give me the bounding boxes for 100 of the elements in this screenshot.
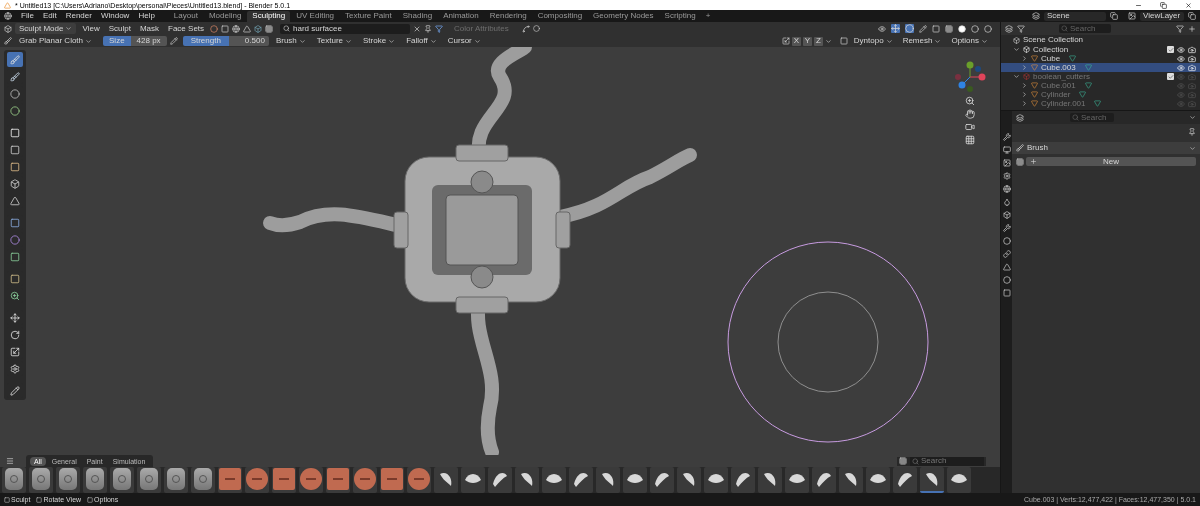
settings-dropdown[interactable]: Brush [271, 35, 310, 47]
brush-asset-tile[interactable] [56, 467, 80, 493]
workspace-tab[interactable]: Texture Paint [340, 10, 397, 22]
menu-item[interactable]: Sculpt [105, 24, 134, 33]
axis-toggle[interactable]: Z [813, 36, 823, 46]
properties-tab-icon[interactable] [1002, 250, 1011, 258]
workspace-tab[interactable]: UV Editing [291, 10, 340, 22]
pencil-icon[interactable] [919, 24, 927, 33]
settings-dropdown[interactable]: Stroke [359, 35, 400, 47]
curve-icon[interactable] [521, 24, 530, 33]
brush-asset-tile[interactable] [812, 467, 836, 493]
bookmark-icon[interactable] [424, 24, 433, 33]
tree-item[interactable]: Scene Collection [1023, 36, 1084, 44]
properties-tab-icon[interactable] [1002, 198, 1011, 206]
workspace-tab[interactable]: Geometry Nodes [588, 10, 659, 22]
brush-asset-tile[interactable] [110, 467, 134, 493]
workspace-tab[interactable]: Sculpting [247, 10, 291, 22]
brush-search-field[interactable]: hard surfacee [280, 23, 411, 34]
axis-toggle[interactable]: Y [802, 36, 812, 46]
tool-button[interactable] [7, 383, 23, 398]
menu-item[interactable]: Window [96, 12, 134, 20]
brush-asset-tile[interactable] [542, 467, 566, 493]
app-menu-icon[interactable] [4, 12, 12, 20]
brush-asset-tile[interactable] [353, 467, 377, 493]
size-label[interactable]: Size [103, 36, 131, 46]
brush-asset-tile[interactable] [893, 467, 917, 493]
tool-button[interactable] [7, 142, 23, 157]
menu-icon[interactable] [6, 457, 14, 465]
brush-asset-tile[interactable] [380, 467, 404, 493]
brush-asset-tile[interactable] [434, 467, 458, 493]
clear-icon[interactable] [413, 24, 422, 33]
menu-item[interactable]: File [17, 12, 38, 20]
size-field[interactable]: 428 px [130, 36, 167, 46]
workspace-tab[interactable]: Shading [397, 10, 438, 22]
brush-asset-tile[interactable] [569, 467, 593, 493]
brush-asset-tile[interactable] [920, 467, 944, 493]
brush-asset-tile[interactable] [461, 467, 485, 493]
brush-asset-tile[interactable] [29, 467, 53, 493]
triangle-icon[interactable] [243, 24, 252, 33]
box-icon[interactable] [254, 24, 263, 33]
brush-asset-tile[interactable] [164, 467, 188, 493]
viewport[interactable] [0, 47, 1000, 455]
properties-tab-icon[interactable] [1002, 146, 1011, 154]
axis-gizmo-icon[interactable] [954, 61, 986, 93]
strength-label[interactable]: Strength [182, 36, 229, 46]
outliner-row[interactable]: Cube [1001, 54, 1200, 63]
brush-asset-tile[interactable] [83, 467, 107, 493]
pin-icon[interactable] [1188, 128, 1196, 136]
add-workspace-button[interactable]: + [701, 12, 715, 20]
brush-asset-tile[interactable] [137, 467, 161, 493]
settings-dropdown[interactable]: Remesh [898, 35, 946, 47]
restore-icon[interactable] [1160, 1, 1167, 9]
brush-asset-tile[interactable] [407, 467, 431, 493]
properties-tab-icon[interactable] [1002, 224, 1011, 232]
brush-asset-tile[interactable] [326, 467, 350, 493]
duplicate-icon[interactable] [1110, 12, 1118, 20]
properties-tab-icon[interactable] [1002, 159, 1011, 167]
editor-type-icon[interactable] [4, 24, 12, 33]
caret-icon[interactable] [824, 37, 832, 45]
shelf-search-field[interactable]: Search [910, 456, 984, 466]
workspace-tab[interactable]: Modeling [203, 10, 247, 22]
menu-item[interactable]: Edit [38, 12, 61, 20]
brush-asset-tile[interactable] [623, 467, 647, 493]
properties-tab-icon[interactable] [1002, 133, 1011, 141]
workspace-tab[interactable]: Animation [438, 10, 484, 22]
mode-dropdown[interactable]: Sculpt Mode [15, 23, 77, 34]
checkbox[interactable] [1167, 73, 1174, 80]
brush-asset-tile[interactable] [785, 467, 809, 493]
tool-button[interactable] [7, 125, 23, 140]
duplicate-icon[interactable] [1188, 12, 1196, 20]
scene-field[interactable]: Scene [1044, 11, 1106, 21]
tool-button[interactable] [7, 69, 23, 84]
settings-dropdown[interactable]: Options [947, 35, 992, 47]
workspace-tab[interactable]: Rendering [484, 10, 532, 22]
new-collection-icon[interactable] [1188, 24, 1196, 33]
checkbox-icon[interactable] [839, 37, 848, 45]
brush-asset-tile[interactable] [515, 467, 539, 493]
new-button[interactable]: New [1026, 157, 1196, 166]
menu-item[interactable]: Render [61, 12, 96, 20]
brush-asset-tile[interactable] [731, 467, 755, 493]
solid-shading-icon[interactable] [958, 24, 966, 33]
axis-toggle[interactable]: X [791, 36, 801, 46]
brush-asset-tile[interactable] [2, 467, 26, 493]
editor-type-icon[interactable] [1005, 24, 1013, 33]
brush-asset-tile[interactable] [839, 467, 863, 493]
brush-asset-tile[interactable] [866, 467, 890, 493]
hand-icon[interactable] [965, 109, 975, 119]
brush-asset-tile[interactable] [650, 467, 674, 493]
panel-header[interactable]: Brush [1012, 142, 1200, 154]
brush-asset-tile[interactable] [272, 467, 296, 493]
scene-icon[interactable] [1032, 12, 1040, 20]
checkbox[interactable] [1167, 46, 1174, 53]
brush-dropdown[interactable]: Grab Planar Cloth [15, 35, 97, 47]
pen-pressure-icon[interactable] [169, 37, 178, 45]
strength-field[interactable]: 0.500 [228, 36, 269, 46]
symmetry-icon[interactable] [781, 37, 790, 45]
sphere-icon[interactable] [232, 24, 241, 33]
settings-dropdown[interactable]: Dyntopo [849, 35, 897, 47]
outliner-row[interactable]: Cube.003 [1001, 63, 1200, 72]
tool-button[interactable] [7, 344, 23, 359]
